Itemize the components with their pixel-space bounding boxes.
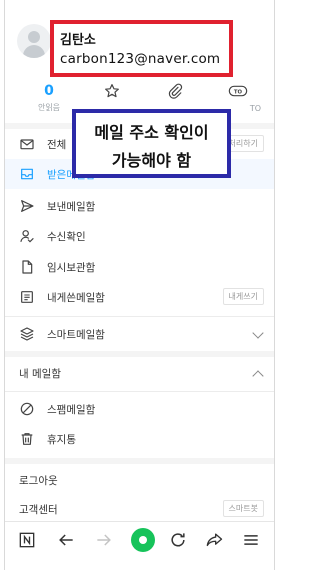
note-line-2: 가능해야 함 [111, 151, 192, 170]
star-icon [105, 84, 119, 98]
chevron-up-icon[interactable] [252, 370, 264, 382]
menu-item-sent[interactable]: 보낸메일함 [5, 191, 274, 221]
menu-item-my-mailbox[interactable]: 내 메일함 [5, 358, 274, 388]
menu-item-drafts[interactable]: 임시보관함 [5, 252, 274, 282]
menu-label: 스마트메일함 [47, 329, 105, 341]
menu-label: 전체 [47, 139, 67, 151]
receipt-check-icon [20, 230, 34, 243]
menu-item-receipt[interactable]: 수신확인 [5, 221, 274, 251]
menu-item-self-mail[interactable]: 내게쓴메일함 내게쓰기 [5, 282, 274, 312]
browser-bottom-bar [5, 521, 274, 557]
unread-label: 안읽음 [37, 103, 61, 112]
menu-label: 임시보관함 [47, 262, 96, 274]
divider [5, 316, 274, 317]
stack-icon [20, 327, 34, 341]
menu-label: 수신확인 [47, 231, 86, 243]
divider [5, 391, 274, 392]
menu-item-spam[interactable]: 스팸메일함 [5, 394, 274, 424]
write-to-me-button[interactable]: 내게쓰기 [222, 288, 264, 305]
menu-label: 고객센터 [19, 504, 58, 516]
menu-item-smart[interactable]: 스마트메일함 [5, 319, 274, 349]
section-divider [5, 458, 274, 464]
avatar[interactable] [17, 24, 51, 58]
menu-label: 내게쓴메일함 [47, 292, 105, 304]
menu-label: 휴지통 [47, 434, 76, 446]
menu-label: 로그아웃 [19, 475, 58, 487]
paperclip-icon [168, 83, 183, 99]
section-divider [5, 351, 274, 357]
forward-arrow-icon[interactable] [94, 530, 114, 550]
annotation-note-box: 메일 주소 확인이 가능해야 함 [72, 109, 231, 178]
menu-item-logout[interactable]: 로그아웃 [5, 465, 274, 495]
account-name: 김탄소 [60, 33, 96, 48]
note-line-1: 메일 주소 확인이 [94, 123, 209, 142]
smartbot-button[interactable]: 스마트봇 [222, 500, 264, 517]
home-icon[interactable] [131, 528, 155, 552]
svg-text:TO: TO [234, 89, 243, 95]
menu-label: 보낸메일함 [47, 201, 96, 213]
unread-filter[interactable]: 0 안읽음 [24, 80, 74, 120]
naver-n-icon[interactable] [17, 530, 37, 550]
refresh-icon[interactable] [168, 530, 188, 550]
block-icon [20, 402, 34, 416]
mail-icon [20, 139, 34, 150]
back-arrow-icon[interactable] [56, 530, 76, 550]
unread-count: 0 [44, 83, 54, 99]
share-icon[interactable] [204, 530, 224, 550]
section-title: 내 메일함 [19, 368, 61, 380]
trash-icon [21, 433, 33, 445]
account-email: carbon123@naver.com [60, 51, 221, 67]
draft-document-icon [22, 260, 33, 274]
menu-item-support[interactable]: 고객센터 스마트봇 [5, 494, 274, 524]
send-icon [21, 200, 34, 212]
inbox-icon [21, 168, 33, 180]
to-me-icon: TO [228, 85, 248, 97]
self-mail-icon [21, 291, 33, 303]
menu-item-trash[interactable]: 휴지통 [5, 424, 274, 454]
menu-label: 스팸메일함 [47, 404, 96, 416]
side-menu-panel: ✕ 0 안읽음 TO TO 전체 읽음처리하기 받은메일함 보낸메일함 수 [4, 0, 275, 570]
chevron-down-icon[interactable] [252, 327, 264, 339]
email-highlight-box: 김탄소 carbon123@naver.com [50, 20, 233, 77]
menu-icon[interactable] [241, 530, 261, 550]
